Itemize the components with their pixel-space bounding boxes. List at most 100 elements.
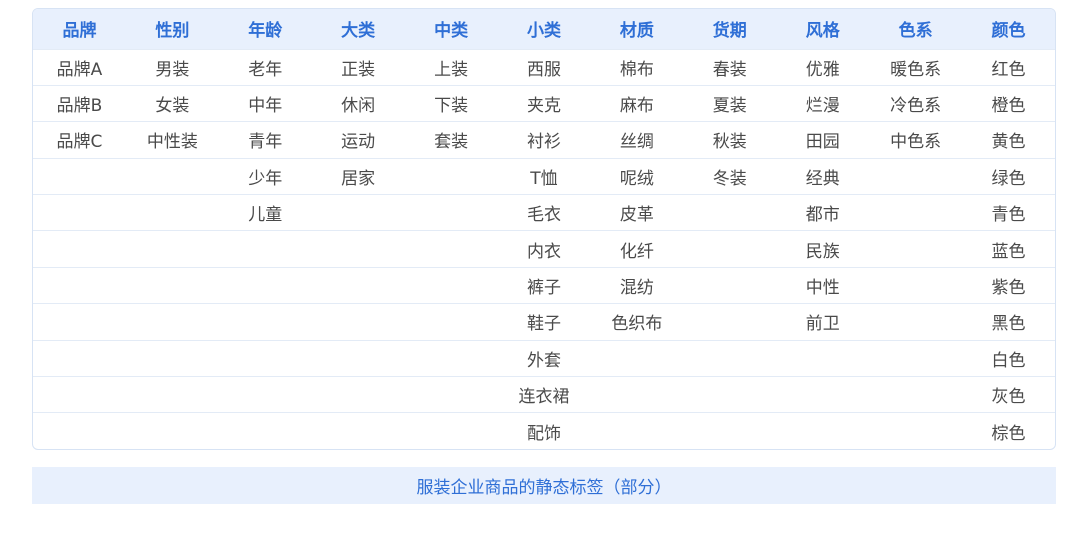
table-cell — [312, 267, 405, 303]
table-cell — [219, 340, 312, 376]
table-cell — [126, 267, 219, 303]
table-cell: 冬装 — [712, 168, 747, 189]
table-cell: 夏装 — [712, 96, 747, 117]
table-cell: 鞋子 — [526, 314, 561, 335]
table-cell — [219, 231, 312, 267]
table-cell — [683, 377, 776, 413]
table-cell: 民族 — [805, 241, 840, 262]
table-cell: 休闲 — [341, 96, 376, 117]
table-cell: 品牌B — [56, 96, 103, 117]
table-cell: 色织布 — [611, 314, 663, 335]
table-cell — [405, 231, 498, 267]
column-header: 小类 — [526, 21, 561, 42]
table-cell: 丝绸 — [619, 132, 654, 153]
table-row: 配饰 棕色 — [33, 412, 1055, 449]
table-cell: 白色 — [991, 350, 1026, 371]
table-cell: 外套 — [526, 350, 561, 371]
table-header-row: 品牌 性别 年龄 大类 中类 小类 材质 货期 风格 色系 颜色 — [33, 9, 1055, 49]
table-cell: 棉布 — [619, 59, 654, 80]
table-cell — [312, 340, 405, 376]
table-cell: 优雅 — [805, 59, 840, 80]
column-header: 风格 — [805, 21, 840, 42]
table-cell — [405, 340, 498, 376]
table-cell: 衬衫 — [526, 132, 561, 153]
table-cell — [126, 377, 219, 413]
table-cell — [683, 413, 776, 449]
table-cell — [869, 304, 962, 340]
table-cell — [33, 267, 126, 303]
table-cell: 男装 — [155, 59, 190, 80]
table-cell — [869, 413, 962, 449]
table-cell: 紫色 — [991, 278, 1026, 299]
table-cell — [590, 340, 683, 376]
table-row: 连衣裙 灰色 — [33, 376, 1055, 413]
table-cell — [405, 195, 498, 231]
table-cell — [683, 195, 776, 231]
table-cell: 青色 — [991, 205, 1026, 226]
table-cell — [33, 377, 126, 413]
table-row: 外套 白色 — [33, 340, 1055, 376]
table-cell: 内衣 — [526, 241, 561, 262]
table-cell: 西服 — [526, 59, 561, 80]
table-cell: 皮革 — [619, 205, 654, 226]
table-cell: 暖色系 — [890, 59, 942, 80]
table-row: 内衣 化纤 民族 蓝色 — [33, 230, 1055, 267]
table-cell — [312, 377, 405, 413]
table-cell — [405, 377, 498, 413]
table-cell: 灰色 — [991, 387, 1026, 408]
table-cell: 蓝色 — [991, 241, 1026, 262]
table-cell: 田园 — [805, 132, 840, 153]
table-cell — [405, 304, 498, 340]
table-cell: 女装 — [155, 96, 190, 117]
table-cell: 裤子 — [526, 278, 561, 299]
column-header: 大类 — [341, 21, 376, 42]
table-cell — [683, 340, 776, 376]
column-header: 色系 — [898, 21, 933, 42]
table-cell — [33, 158, 126, 194]
table-cell — [33, 195, 126, 231]
table-row: 少年 居家 T恤 呢绒 冬装 经典 绿色 — [33, 158, 1055, 194]
table-cell: 毛衣 — [526, 205, 561, 226]
table-cell: 品牌C — [56, 132, 103, 153]
table-cell — [405, 267, 498, 303]
table-cell — [776, 413, 869, 449]
column-header: 材质 — [619, 21, 654, 42]
table-cell — [683, 267, 776, 303]
table-cell — [405, 158, 498, 194]
table-row: 品牌C 中性装 青年 运动 套装 衬衫 丝绸 秋装 田园 中色系 黄色 — [33, 121, 1055, 158]
table-cell: 居家 — [341, 168, 376, 189]
table-cell — [776, 340, 869, 376]
table-cell — [869, 377, 962, 413]
tag-table-card: 品牌 性别 年龄 大类 中类 小类 材质 货期 风格 色系 颜色 品牌A 男装 老年 正装 上装 西服 棉布 春装… — [32, 8, 1056, 450]
table-cell: 儿童 — [248, 205, 283, 226]
table-caption: 服装企业商品的静态标签（部分） — [32, 467, 1056, 504]
table-row: 儿童 毛衣 皮革 都市 青色 — [33, 194, 1055, 231]
table-cell: 橙色 — [991, 96, 1026, 117]
table-cell — [590, 413, 683, 449]
table-cell: 运动 — [341, 132, 376, 153]
table-cell: 红色 — [991, 59, 1026, 80]
table-cell — [219, 304, 312, 340]
table-cell: 少年 — [248, 168, 283, 189]
table-cell: 中色系 — [890, 132, 942, 153]
table-cell: T恤 — [530, 168, 558, 189]
table-cell: 连衣裙 — [518, 387, 570, 408]
table-cell: 黑色 — [991, 314, 1026, 335]
table-body: 品牌A 男装 老年 正装 上装 西服 棉布 春装 优雅 暖色系 红色 品牌B 女装 中年 休闲 下装 夹克 麻布 夏… — [33, 49, 1055, 449]
table-cell — [219, 267, 312, 303]
table-cell: 冷色系 — [890, 96, 942, 117]
table-cell — [312, 304, 405, 340]
table-cell: 化纤 — [619, 241, 654, 262]
table-cell — [219, 377, 312, 413]
table-cell — [590, 377, 683, 413]
table-cell: 前卫 — [805, 314, 840, 335]
table-cell: 秋装 — [712, 132, 747, 153]
table-cell — [869, 340, 962, 376]
table-cell — [869, 195, 962, 231]
table-cell — [126, 304, 219, 340]
table-cell — [869, 158, 962, 194]
column-header: 年龄 — [248, 21, 283, 42]
table-row: 品牌B 女装 中年 休闲 下装 夹克 麻布 夏装 烂漫 冷色系 橙色 — [33, 85, 1055, 121]
table-cell: 中性 — [805, 278, 840, 299]
table-cell — [126, 413, 219, 449]
